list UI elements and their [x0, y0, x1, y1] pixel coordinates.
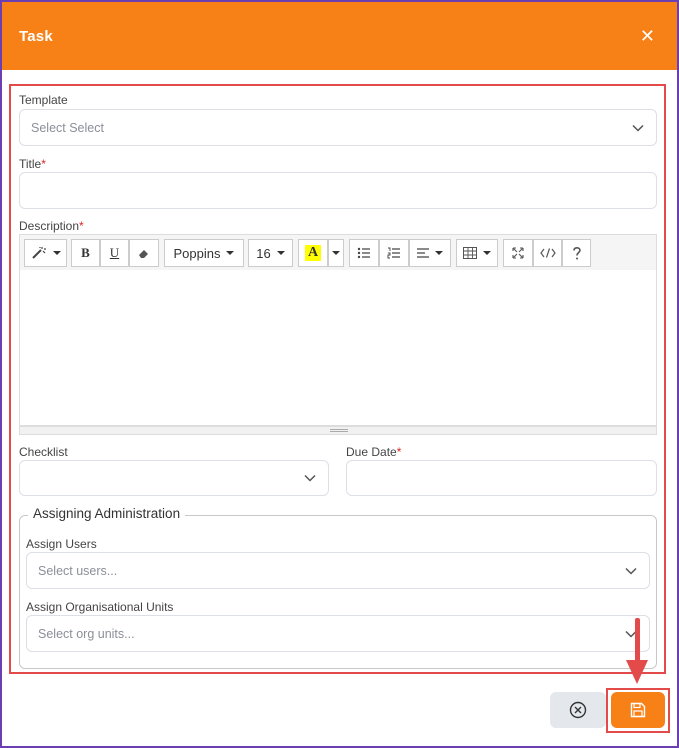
- dialog-title: Task: [19, 27, 53, 45]
- bold-button[interactable]: B: [71, 239, 100, 267]
- template-placeholder: Select Select: [31, 120, 104, 135]
- annotation-arrow-shaft: [635, 618, 640, 664]
- caret-icon: [435, 251, 443, 255]
- unordered-list-button[interactable]: [349, 239, 379, 267]
- save-icon: [630, 702, 646, 718]
- table-icon: [463, 247, 477, 259]
- required-mark: *: [396, 445, 402, 459]
- underline-button[interactable]: U: [100, 239, 129, 267]
- assign-org-units-label: Assign Organisational Units: [26, 600, 174, 614]
- font-family-dropdown[interactable]: Poppins: [164, 239, 244, 267]
- close-circle-icon: [569, 701, 587, 719]
- checklist-select[interactable]: [19, 460, 329, 496]
- chevron-down-icon: [625, 567, 637, 575]
- title-label: Title*: [19, 157, 46, 171]
- close-icon[interactable]: ✕: [640, 27, 655, 45]
- table-dropdown[interactable]: [456, 239, 498, 267]
- cancel-button[interactable]: [550, 692, 606, 728]
- ordered-list-button[interactable]: [379, 239, 409, 267]
- dialog-header: Task ✕: [2, 2, 677, 70]
- magic-wand-icon: [31, 247, 46, 259]
- description-label-text: Description: [19, 219, 80, 233]
- font-size-dropdown[interactable]: 16: [248, 239, 293, 267]
- due-date-label-text: Due Date: [346, 445, 397, 459]
- code-icon: [539, 248, 556, 258]
- eraser-button[interactable]: [129, 239, 159, 267]
- font-size-value: 16: [256, 245, 271, 261]
- description-label: Description*: [19, 219, 84, 233]
- highlight-icon: A: [304, 245, 322, 261]
- assign-users-placeholder: Select users...: [38, 563, 118, 578]
- align-left-icon: [417, 248, 429, 258]
- required-mark: *: [41, 157, 46, 171]
- assign-users-label: Assign Users: [26, 537, 97, 551]
- help-button[interactable]: [562, 239, 591, 267]
- title-label-text: Title: [19, 157, 42, 171]
- template-select[interactable]: Select Select: [19, 109, 657, 146]
- editor-resize-handle[interactable]: [19, 426, 657, 435]
- caret-icon: [276, 251, 285, 255]
- save-button[interactable]: [611, 692, 665, 728]
- chevron-down-icon: [632, 124, 644, 132]
- highlight-color-button[interactable]: A: [298, 239, 328, 267]
- code-view-button[interactable]: [533, 239, 562, 267]
- caret-icon: [332, 251, 340, 255]
- assign-org-units-placeholder: Select org units...: [38, 626, 135, 641]
- assigning-administration-legend: Assigning Administration: [28, 506, 186, 521]
- fullscreen-icon: [512, 247, 524, 259]
- style-dropdown-button[interactable]: [24, 239, 67, 267]
- annotation-arrow-head: [626, 660, 648, 684]
- paragraph-align-dropdown[interactable]: [409, 239, 451, 267]
- eraser-icon: [139, 250, 148, 258]
- checklist-label: Checklist: [19, 445, 68, 459]
- due-date-label: Due Date*: [346, 445, 401, 459]
- assign-org-units-select[interactable]: Select org units...: [26, 615, 650, 652]
- due-date-input[interactable]: [346, 460, 657, 496]
- help-icon: [572, 246, 581, 259]
- template-label: Template: [19, 93, 68, 107]
- chevron-down-icon: [304, 474, 316, 482]
- fullscreen-button[interactable]: [503, 239, 533, 267]
- description-editor[interactable]: [19, 270, 657, 426]
- assign-users-select[interactable]: Select users...: [26, 552, 650, 589]
- caret-icon: [226, 251, 235, 255]
- caret-icon: [52, 251, 61, 255]
- font-family-value: Poppins: [173, 245, 221, 261]
- numbered-list-icon: [387, 247, 400, 259]
- grip-icon: [330, 429, 348, 432]
- required-mark: *: [79, 219, 84, 233]
- caret-icon: [483, 251, 491, 255]
- title-input[interactable]: [19, 172, 657, 209]
- highlight-color-dropdown[interactable]: [328, 239, 344, 267]
- bullet-list-icon: [357, 247, 370, 259]
- editor-toolbar: B U Poppins 16 A: [19, 234, 657, 270]
